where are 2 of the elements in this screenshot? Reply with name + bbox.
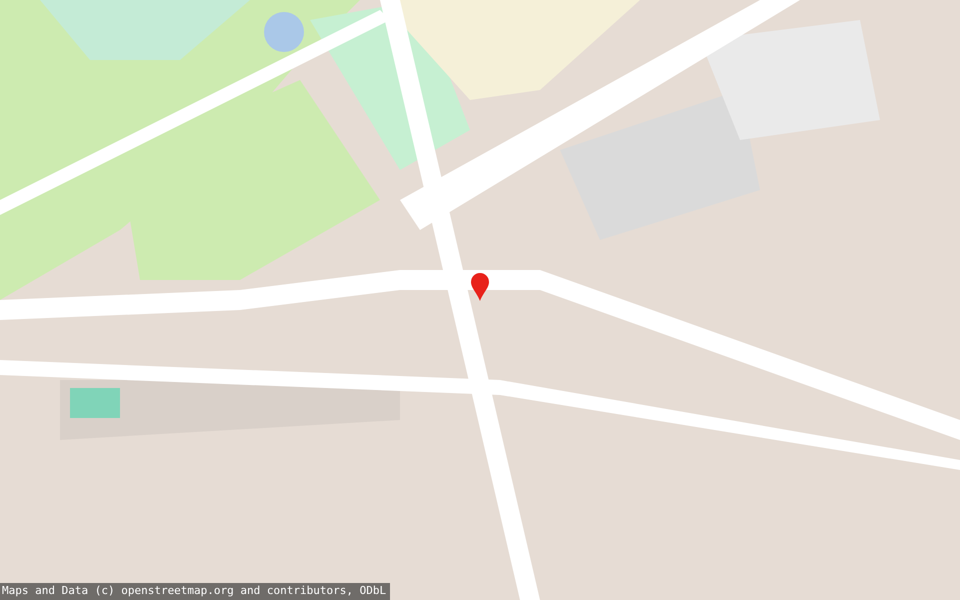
map-marker-icon[interactable]	[470, 272, 490, 302]
attribution-text: Maps and Data (c) openstreetmap.org and contributors, ODbL	[0, 583, 390, 600]
